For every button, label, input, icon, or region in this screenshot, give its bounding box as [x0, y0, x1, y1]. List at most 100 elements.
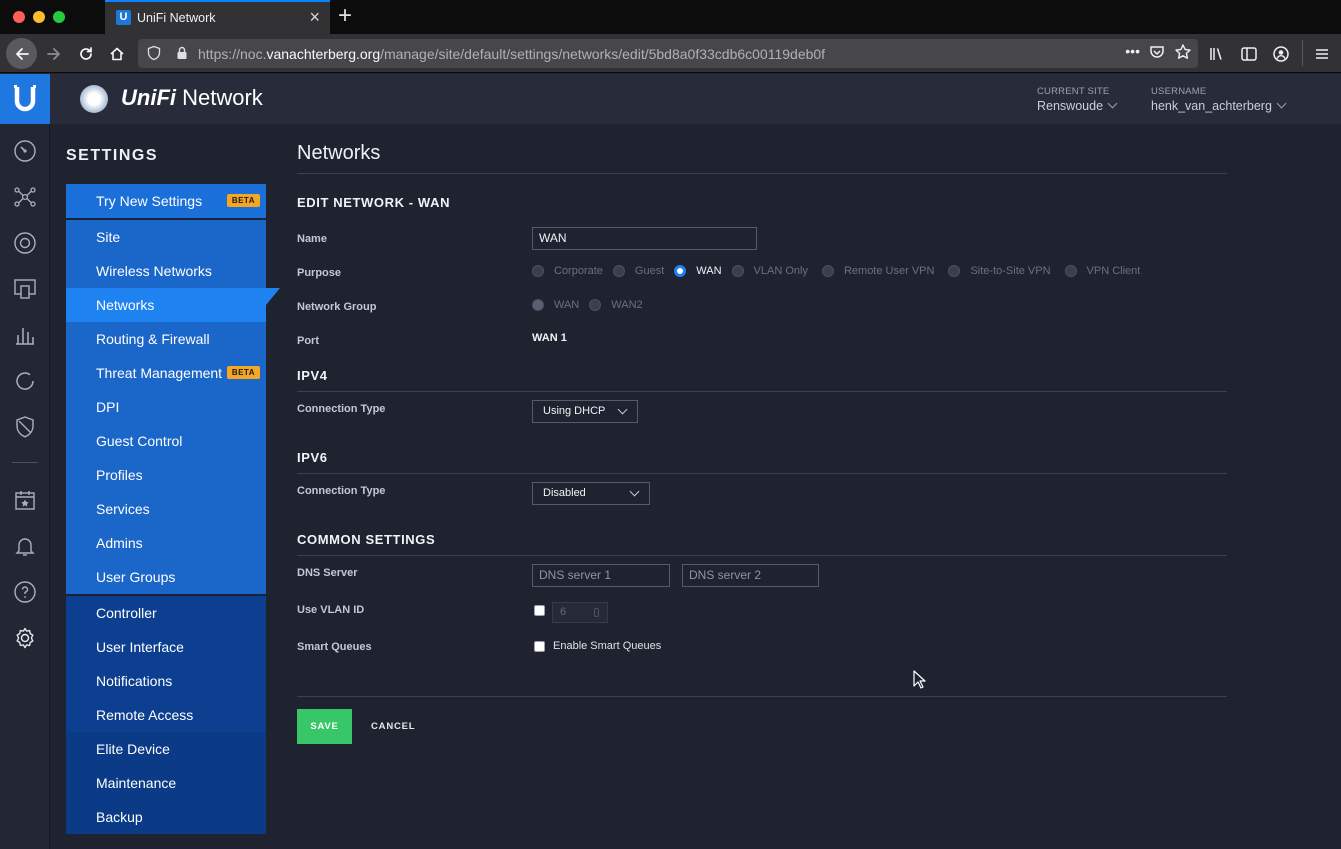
- ipv4-connection-type-label: Connection Type: [297, 403, 386, 415]
- arrow-left-icon: [15, 47, 29, 60]
- pocket-icon[interactable]: [1148, 43, 1166, 61]
- sidebar-item-threat-management[interactable]: Threat Management BETA: [66, 356, 266, 390]
- smart-queues-label: Smart Queues: [297, 641, 372, 653]
- mouse-cursor-icon: [913, 670, 926, 689]
- sidebar-item-services[interactable]: Services: [66, 492, 266, 526]
- hamburger-menu-icon[interactable]: [1313, 45, 1331, 63]
- shield-icon[interactable]: [13, 415, 37, 439]
- forward-button[interactable]: [40, 40, 68, 68]
- sidebar-item-user-groups[interactable]: User Groups: [66, 560, 266, 594]
- radio-dot: [532, 299, 544, 311]
- purpose-radio-corporate[interactable]: Corporate: [532, 265, 603, 277]
- sidebar-item-label: Remote Access: [96, 707, 194, 723]
- sidebar-toggle-icon[interactable]: [1240, 45, 1258, 63]
- cancel-button[interactable]: CANCEL: [371, 709, 415, 744]
- purpose-radio-vlan-only[interactable]: VLAN Only: [731, 265, 808, 277]
- sidebar-item-networks[interactable]: Networks: [66, 288, 280, 322]
- maximize-window-button[interactable]: [53, 11, 65, 23]
- bookmark-star-icon[interactable]: [1174, 43, 1192, 61]
- clients-icon[interactable]: [13, 277, 37, 301]
- radio-dot-selected: [674, 265, 687, 277]
- sidebar-item-label: Threat Management: [96, 365, 223, 381]
- sidebar-item-label: Maintenance: [96, 775, 177, 791]
- network-group-radio-group: WAN WAN2: [532, 299, 653, 311]
- sidebar-item-label: Routing & Firewall: [96, 331, 210, 347]
- vlan-id-value: 6: [560, 606, 567, 618]
- close-window-button[interactable]: [13, 11, 25, 23]
- tab-close-icon[interactable]: ×: [309, 8, 320, 26]
- sidebar-item-routing-firewall[interactable]: Routing & Firewall: [66, 322, 266, 356]
- dashboard-icon[interactable]: [13, 139, 37, 163]
- library-icon[interactable]: [1208, 45, 1226, 63]
- use-vlan-id-checkbox[interactable]: [534, 605, 545, 616]
- sidebar-item-try-new-settings[interactable]: Try New Settings BETA: [66, 184, 266, 218]
- url-text[interactable]: https://noc.vanachterberg.org/manage/sit…: [198, 46, 825, 62]
- sidebar-item-backup[interactable]: Backup: [66, 800, 266, 834]
- rail-divider: [12, 462, 38, 463]
- sidebar-item-site[interactable]: Site: [66, 220, 266, 254]
- radio-dot: [731, 265, 744, 277]
- common-settings-title: COMMON SETTINGS: [297, 532, 436, 547]
- purpose-radio-wan[interactable]: WAN: [674, 265, 722, 277]
- purpose-radio-guest[interactable]: Guest: [612, 265, 664, 277]
- more-actions-icon[interactable]: •••: [1125, 43, 1140, 61]
- spinner-icon[interactable]: [594, 608, 599, 617]
- new-tab-icon[interactable]: +: [338, 3, 352, 29]
- sidebar-item-elite-device[interactable]: Elite Device: [66, 732, 266, 766]
- shield-icon[interactable]: [146, 45, 162, 61]
- purpose-radio-remote-user-vpn[interactable]: Remote User VPN: [821, 265, 935, 277]
- devices-icon[interactable]: [13, 231, 37, 255]
- reload-button[interactable]: [72, 40, 100, 68]
- dns-server-1-input[interactable]: DNS server 1: [532, 564, 670, 587]
- divider: [297, 555, 1227, 556]
- username-selector[interactable]: USERNAME henk_van_achterberg: [1151, 86, 1287, 113]
- url-bar[interactable]: https://noc.vanachterberg.org/manage/sit…: [138, 39, 1198, 68]
- group-radio-wan2[interactable]: WAN2: [589, 299, 643, 311]
- sidebar-item-label: Profiles: [96, 467, 143, 483]
- radio-dot: [532, 265, 544, 277]
- ubiquiti-logo-icon[interactable]: [0, 74, 50, 124]
- sidebar-item-profiles[interactable]: Profiles: [66, 458, 266, 492]
- help-icon[interactable]: [13, 580, 37, 604]
- sidebar-item-user-interface[interactable]: User Interface: [66, 630, 266, 664]
- divider: [297, 473, 1227, 474]
- dns-server-label: DNS Server: [297, 567, 358, 579]
- sidebar-item-controller[interactable]: Controller: [66, 596, 266, 630]
- tab-title: UniFi Network: [137, 11, 216, 25]
- name-input[interactable]: WAN: [532, 227, 757, 250]
- browser-nav-bar: https://noc.vanachterberg.org/manage/sit…: [0, 34, 1341, 73]
- dns-server-2-input[interactable]: DNS server 2: [682, 564, 819, 587]
- sidebar-item-wireless-networks[interactable]: Wireless Networks: [66, 254, 266, 288]
- vlan-id-input[interactable]: 6: [552, 602, 608, 623]
- sidebar-item-guest-control[interactable]: Guest Control: [66, 424, 266, 458]
- save-button[interactable]: SAVE: [297, 709, 352, 744]
- enable-smart-queues-checkbox[interactable]: [534, 641, 545, 652]
- topology-icon[interactable]: [13, 185, 37, 209]
- home-button[interactable]: [103, 40, 131, 68]
- sidebar-item-dpi[interactable]: DPI: [66, 390, 266, 424]
- current-site-selector[interactable]: CURRENT SITE Renswoude: [1037, 86, 1118, 113]
- sidebar-item-maintenance[interactable]: Maintenance: [66, 766, 266, 800]
- alerts-bell-icon[interactable]: [13, 534, 37, 558]
- account-icon[interactable]: [1272, 45, 1290, 63]
- insights-icon[interactable]: [13, 369, 37, 393]
- purpose-radio-site-to-site-vpn[interactable]: Site-to-Site VPN: [948, 265, 1051, 277]
- radio-label: Remote User VPN: [843, 265, 935, 277]
- sidebar-item-admins[interactable]: Admins: [66, 526, 266, 560]
- minimize-window-button[interactable]: [33, 11, 45, 23]
- group-radio-wan[interactable]: WAN: [532, 299, 579, 311]
- ipv4-connection-type-select[interactable]: Using DHCP: [532, 400, 638, 423]
- settings-gear-icon[interactable]: [13, 626, 37, 650]
- icon-rail: [0, 74, 50, 849]
- purpose-radio-vpn-client[interactable]: VPN Client: [1064, 265, 1140, 277]
- sidebar-item-label: Guest Control: [96, 433, 183, 449]
- statistics-icon[interactable]: [13, 323, 37, 347]
- events-calendar-icon[interactable]: [13, 488, 37, 512]
- back-button[interactable]: [6, 38, 37, 69]
- sidebar-item-notifications[interactable]: Notifications: [66, 664, 266, 698]
- lock-icon[interactable]: [174, 45, 190, 61]
- browser-tab[interactable]: U UniFi Network ×: [105, 0, 330, 34]
- network-group-label: Network Group: [297, 301, 377, 313]
- ipv6-connection-type-select[interactable]: Disabled: [532, 482, 650, 505]
- sidebar-item-remote-access[interactable]: Remote Access: [66, 698, 266, 732]
